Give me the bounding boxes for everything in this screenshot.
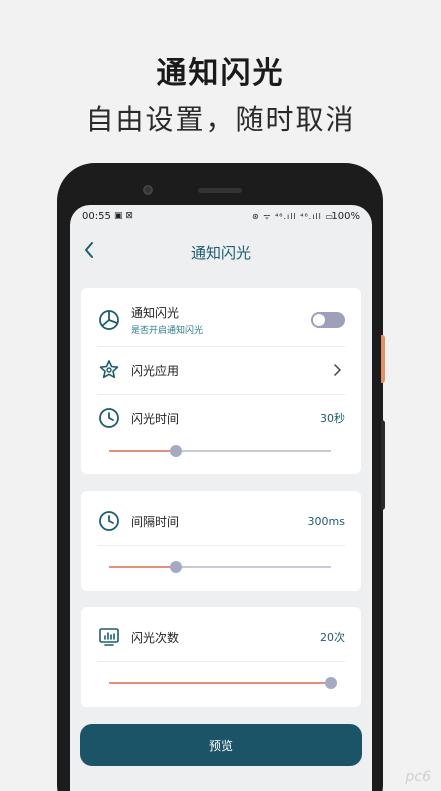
phone-screen: 00:55 ▣ ⊠ ⊛ ᯤ ⁴⁶.ıll ⁴⁶.ıll ▭ 100% 通知闪光 …	[70, 205, 372, 791]
slider-thumb[interactable]	[169, 561, 182, 573]
divider	[97, 394, 345, 395]
settings-card-interval: 间隔时间 300ms	[81, 491, 361, 591]
slider-fill	[109, 566, 176, 568]
star-badge-icon	[99, 360, 119, 379]
status-bar: 00:55 ▣ ⊠ ⊛ ᯤ ⁴⁶.ıll ⁴⁶.ıll ▭ 100%	[70, 205, 372, 229]
flash-apps-row[interactable]: 闪光应用	[97, 348, 345, 392]
divider	[97, 545, 345, 546]
watermark-logo: pc6	[405, 769, 432, 785]
flash-time-label: 闪光时间	[131, 411, 180, 426]
interval-row: 间隔时间 300ms	[97, 499, 345, 543]
notify-flash-toggle[interactable]	[311, 312, 345, 328]
status-time: 00:55	[82, 211, 111, 222]
flash-apps-label: 闪光应用	[131, 363, 180, 378]
notify-flash-label: 通知闪光	[131, 306, 180, 320]
interval-label: 间隔时间	[131, 514, 180, 529]
battery-level: 100%	[331, 211, 360, 222]
count-slider[interactable]	[109, 677, 337, 689]
notify-flash-sublabel: 是否开启通知闪光	[131, 326, 204, 336]
divider	[97, 346, 345, 347]
settings-card-flash: 通知闪光 是否开启通知闪光 闪光应用 闪光时间 30秒	[81, 288, 361, 474]
flash-time-row: 闪光时间 30秒	[97, 396, 345, 440]
front-camera	[143, 185, 153, 195]
slider-thumb[interactable]	[169, 445, 182, 457]
settings-card-count: 闪光次数 20次	[81, 607, 361, 707]
notify-flash-row: 通知闪光 是否开启通知闪光	[97, 298, 345, 342]
earpiece-speaker	[198, 188, 242, 193]
slider-fill	[109, 682, 331, 684]
flash-time-slider[interactable]	[109, 445, 331, 457]
signal-icons: ⊛ ᯤ ⁴⁶.ıll ⁴⁶.ıll ▭	[252, 212, 334, 221]
count-row: 闪光次数 20次	[97, 615, 345, 659]
promo-subtitle: 自由设置，随时取消	[85, 103, 356, 136]
clock-icon	[99, 511, 119, 531]
promo-title: 通知闪光	[156, 56, 285, 91]
monitor-chart-icon	[99, 628, 119, 646]
preview-button-label: 预览	[208, 738, 233, 753]
slider-thumb[interactable]	[325, 677, 337, 689]
navbar: 通知闪光	[70, 231, 372, 271]
clock-icon	[99, 408, 119, 428]
phone-power-button	[381, 335, 385, 383]
page-title: 通知闪光	[190, 244, 251, 262]
count-value: 20次	[320, 631, 345, 644]
slider-fill	[109, 450, 176, 452]
interval-value: 300ms	[307, 514, 345, 528]
pie-chart-icon	[99, 310, 119, 330]
divider	[97, 661, 345, 662]
chevron-right-icon	[334, 364, 341, 376]
count-label: 闪光次数	[131, 630, 180, 645]
phone-volume-button	[381, 420, 385, 510]
toggle-knob	[313, 314, 325, 326]
preview-button[interactable]: 预览	[80, 724, 362, 766]
notification-icons: ▣ ⊠	[114, 211, 133, 221]
flash-time-value: 30秒	[320, 412, 345, 425]
interval-slider[interactable]	[109, 561, 331, 573]
